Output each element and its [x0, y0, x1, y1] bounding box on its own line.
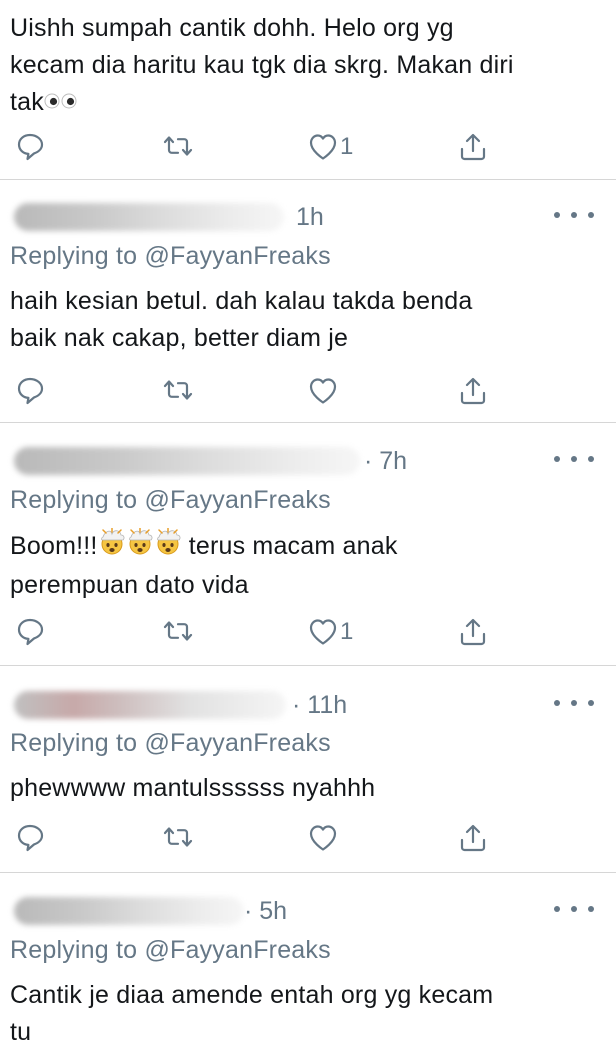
replying-to: Replying to @FayyanFreaks [10, 486, 331, 514]
heart-icon [309, 825, 337, 851]
like-button[interactable] [308, 371, 340, 411]
more-options-icon[interactable] [554, 449, 594, 469]
more-options-icon[interactable] [554, 205, 594, 225]
reply-icon[interactable] [16, 127, 46, 167]
tweet-header: · 7h [0, 443, 616, 479]
timestamp: · 11h [292, 691, 348, 719]
tweet-text: haih kesian betul. dah kalau takda benda… [10, 287, 473, 352]
reply-handle-link[interactable]: @FayyanFreaks [144, 936, 330, 964]
tweet[interactable]: · 7h Replying to @FayyanFreaks Boom!!! t… [0, 423, 616, 666]
replying-to: Replying to @FayyanFreaks [10, 936, 331, 964]
tweet-actions [0, 371, 616, 411]
heart-icon [309, 619, 337, 645]
tweet-actions [0, 818, 616, 858]
retweet-icon[interactable] [162, 127, 194, 167]
exploding-head-emoji-icon [98, 527, 126, 567]
share-icon[interactable] [459, 818, 489, 858]
tweet-text: Uishh sumpah cantik dohh. Helo org yg ke… [10, 10, 606, 122]
like-button[interactable]: 1 [308, 612, 353, 652]
more-options-icon[interactable] [554, 899, 594, 919]
share-icon[interactable] [459, 371, 489, 411]
tweet[interactable]: · 11h Replying to @FayyanFreaks phewwww … [0, 666, 616, 873]
retweet-icon[interactable] [162, 612, 194, 652]
like-button[interactable] [308, 818, 340, 858]
replying-to: Replying to @FayyanFreaks [10, 242, 331, 270]
timestamp: · 5h [244, 897, 288, 925]
tweet[interactable]: · 5h Replying to @FayyanFreaks Cantik je… [0, 873, 616, 1057]
timestamp: · 7h [364, 447, 408, 475]
share-icon[interactable] [459, 127, 489, 167]
replying-to: Replying to @FayyanFreaks [10, 729, 331, 757]
tweet-text: Boom!!! terus macam anak perempuan dato … [10, 527, 606, 604]
redacted-username [14, 897, 244, 925]
reply-handle-link[interactable]: @FayyanFreaks [144, 486, 330, 514]
tweet[interactable]: 1h Replying to @FayyanFreaks haih kesian… [0, 180, 616, 423]
tweet-text: phewwww mantulssssss nyahhh [10, 774, 376, 802]
tweet-header: · 5h [0, 893, 616, 929]
heart-icon [309, 378, 337, 404]
heart-icon [309, 134, 337, 160]
redacted-username [14, 203, 284, 231]
like-count: 1 [340, 618, 354, 645]
tweet-text: Cantik je diaa amende entah org yg kecam… [10, 981, 494, 1046]
exploding-head-emoji-icon [126, 527, 154, 567]
timestamp: 1h [296, 203, 324, 231]
redacted-username [14, 691, 286, 719]
retweet-icon[interactable] [162, 818, 194, 858]
tweet[interactable]: Uishh sumpah cantik dohh. Helo org yg ke… [0, 0, 616, 180]
reply-icon[interactable] [16, 612, 46, 652]
share-icon[interactable] [459, 612, 489, 652]
redacted-username [14, 447, 360, 475]
retweet-icon[interactable] [162, 371, 194, 411]
tweet-header: · 11h [0, 687, 616, 723]
like-count: 1 [340, 133, 354, 160]
reply-icon[interactable] [16, 371, 46, 411]
reply-icon[interactable] [16, 818, 46, 858]
more-options-icon[interactable] [554, 693, 594, 713]
tweet-actions: 1 [0, 612, 616, 652]
reply-handle-link[interactable]: @FayyanFreaks [144, 729, 330, 757]
exploding-head-emoji-icon [154, 527, 182, 567]
tweet-header: 1h [0, 199, 616, 235]
tweet-actions: 1 [0, 127, 616, 167]
eyes-emoji-icon [44, 85, 78, 122]
like-button[interactable]: 1 [308, 127, 353, 167]
reply-handle-link[interactable]: @FayyanFreaks [144, 242, 330, 270]
